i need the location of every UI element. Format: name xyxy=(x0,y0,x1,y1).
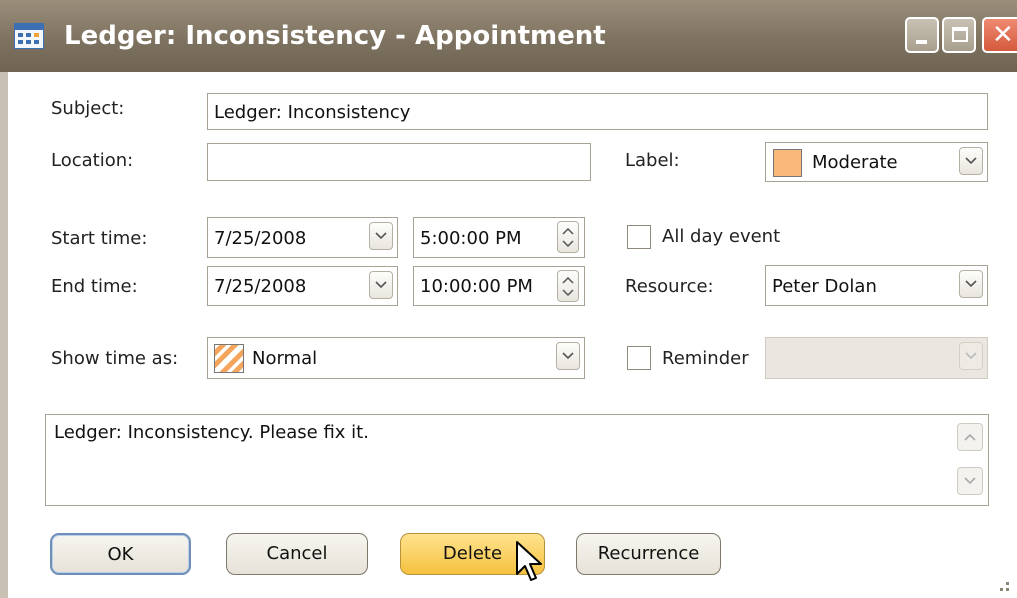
title-bar[interactable]: Ledger: Inconsistency - Appointment ✕ xyxy=(0,0,1017,72)
start-time-spinner[interactable]: 5:00:00 PM xyxy=(413,217,585,258)
minimize-icon xyxy=(916,40,927,44)
close-icon: ✕ xyxy=(992,20,1014,50)
minimize-button[interactable] xyxy=(905,17,939,53)
start-time-spin-buttons[interactable] xyxy=(557,221,579,253)
chevron-down-icon xyxy=(965,157,977,165)
spin-up-icon[interactable] xyxy=(562,277,574,284)
reminder-dropdown-button[interactable] xyxy=(959,342,983,370)
cancel-button[interactable]: Cancel xyxy=(226,533,368,575)
chevron-down-icon xyxy=(965,280,977,288)
show-time-as-dropdown-button[interactable] xyxy=(556,342,580,370)
maximize-button[interactable] xyxy=(942,17,976,53)
appointment-window: Ledger: Inconsistency - Appointment ✕ Su… xyxy=(0,0,1017,598)
calendar-icon xyxy=(14,23,44,49)
start-time-label: Start time: xyxy=(51,228,148,249)
chevron-down-icon xyxy=(964,477,976,485)
resource-dropdown-button[interactable] xyxy=(959,270,983,298)
resource-value: Peter Dolan xyxy=(772,276,877,297)
resize-grip-icon[interactable] xyxy=(992,580,1012,596)
scroll-down-button[interactable] xyxy=(957,467,983,495)
location-input[interactable] xyxy=(207,143,591,181)
chevron-down-icon xyxy=(965,352,977,360)
busy-status-swatch xyxy=(214,344,244,373)
start-time-value: 5:00:00 PM xyxy=(420,228,522,249)
description-text: Ledger: Inconsistency. Please fix it. xyxy=(54,422,369,443)
resource-select[interactable]: Peter Dolan xyxy=(765,265,988,306)
all-day-checkbox[interactable] xyxy=(627,225,651,249)
start-date-value: 7/25/2008 xyxy=(214,228,307,249)
reminder-checkbox[interactable] xyxy=(627,346,651,370)
start-date-dropdown-button[interactable] xyxy=(369,222,393,250)
end-time-value: 10:00:00 PM xyxy=(420,276,533,297)
end-time-label: End time: xyxy=(51,276,138,297)
reminder-label: Reminder xyxy=(662,348,749,369)
label-select[interactable]: Moderate xyxy=(765,142,988,182)
window-title: Ledger: Inconsistency - Appointment xyxy=(64,21,606,51)
label-dropdown-button[interactable] xyxy=(959,147,983,175)
spin-down-icon[interactable] xyxy=(562,289,574,296)
end-date-picker[interactable]: 7/25/2008 xyxy=(207,266,398,306)
scroll-up-button[interactable] xyxy=(957,423,983,451)
close-button[interactable]: ✕ xyxy=(982,17,1017,53)
end-date-value: 7/25/2008 xyxy=(214,276,307,297)
spin-up-icon[interactable] xyxy=(562,228,574,235)
label-color-swatch xyxy=(773,149,802,177)
show-time-as-value: Normal xyxy=(252,348,318,369)
location-label: Location: xyxy=(51,150,134,171)
show-time-as-select[interactable]: Normal xyxy=(207,337,585,379)
start-date-picker[interactable]: 7/25/2008 xyxy=(207,217,398,258)
subject-input[interactable]: Ledger: Inconsistency xyxy=(207,93,988,130)
resource-label: Resource: xyxy=(625,276,714,297)
spin-down-icon[interactable] xyxy=(562,240,574,247)
chevron-up-icon xyxy=(964,433,976,441)
end-time-spinner[interactable]: 10:00:00 PM xyxy=(413,266,585,306)
label-select-value: Moderate xyxy=(812,152,898,173)
chevron-down-icon xyxy=(375,281,387,289)
subject-label: Subject: xyxy=(51,98,125,119)
maximize-icon xyxy=(952,27,968,42)
label-select-label: Label: xyxy=(625,150,680,171)
end-time-spin-buttons[interactable] xyxy=(557,270,579,302)
show-time-as-label: Show time as: xyxy=(51,348,179,369)
all-day-label: All day event xyxy=(662,226,781,247)
reminder-select[interactable] xyxy=(765,337,988,379)
chevron-down-icon xyxy=(375,232,387,240)
ok-button[interactable]: OK xyxy=(50,533,191,575)
chevron-down-icon xyxy=(562,352,574,360)
window-frame xyxy=(0,72,8,598)
end-date-dropdown-button[interactable] xyxy=(369,271,393,299)
mouse-cursor-icon xyxy=(516,541,542,581)
description-textarea[interactable]: Ledger: Inconsistency. Please fix it. xyxy=(45,414,989,506)
subject-value: Ledger: Inconsistency xyxy=(214,102,411,123)
recurrence-button[interactable]: Recurrence xyxy=(576,533,721,575)
